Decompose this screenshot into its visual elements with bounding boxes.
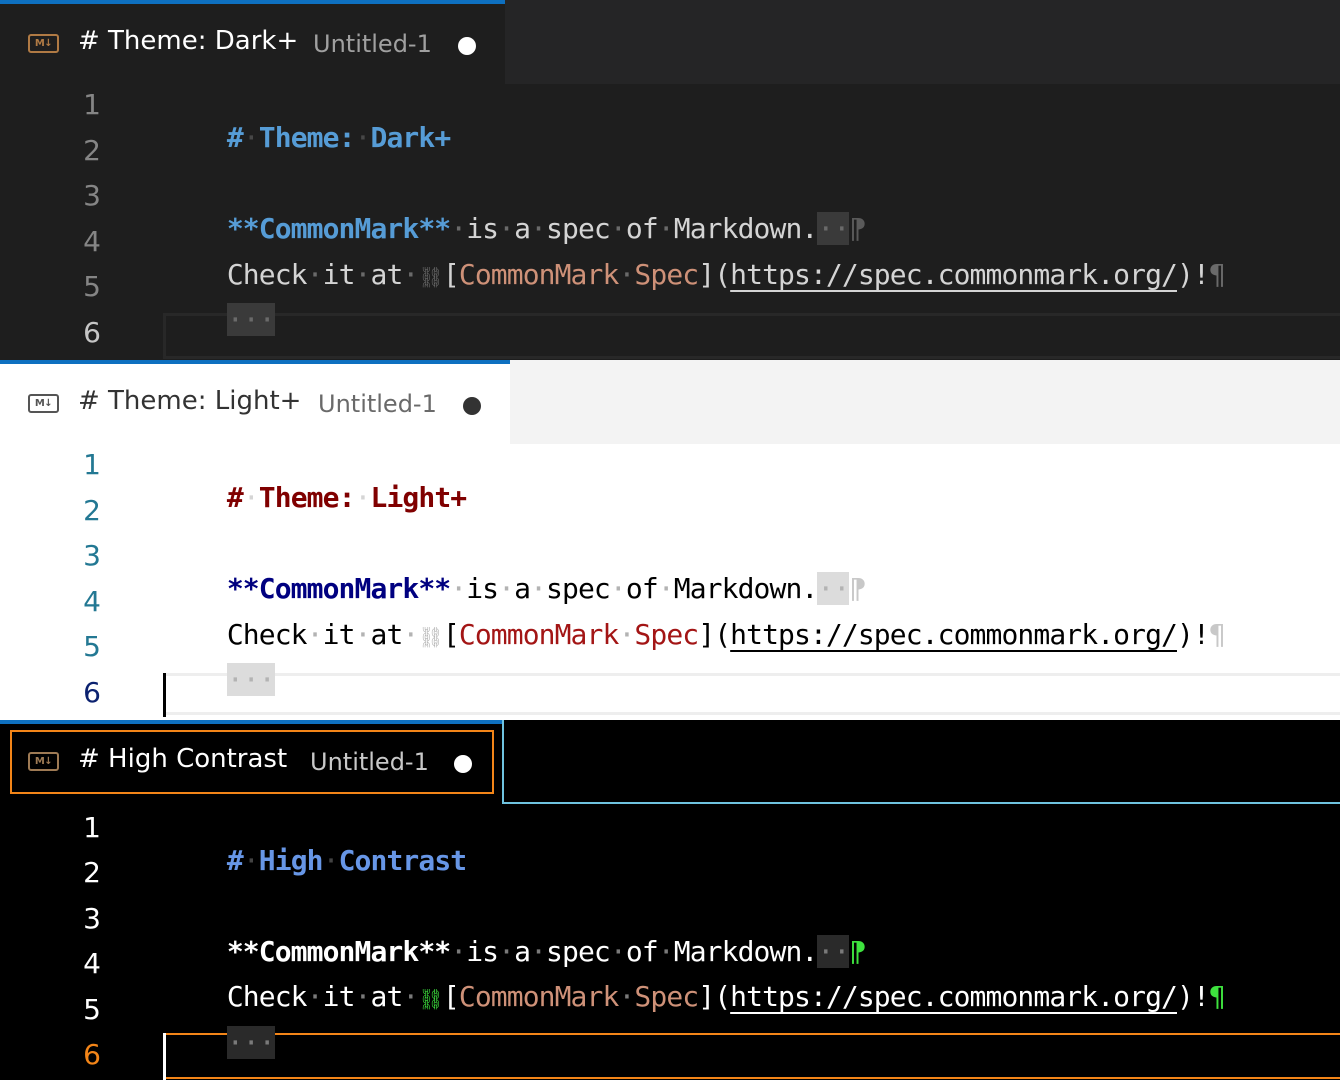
folded-ellipsis[interactable]: ··· — [226, 663, 276, 696]
line-number: 5 — [83, 993, 101, 1026]
link-end: )! — [1176, 618, 1210, 651]
heading-text: High — [258, 844, 324, 877]
markdown-icon: M↓ — [28, 752, 59, 771]
code-line-4[interactable]: Check·it·at·⛓[CommonMark·Spec](https://s… — [163, 947, 1226, 1046]
link-paren: ]( — [698, 258, 731, 291]
line-number: 1 — [83, 811, 101, 844]
line-number-active: 6 — [83, 1038, 101, 1071]
tab-strip-empty — [510, 360, 1340, 444]
heading-hash: # — [226, 481, 244, 514]
tab-file-label: Untitled-1 — [313, 30, 432, 58]
link-text[interactable]: CommonMark·Spec — [459, 258, 699, 291]
link-icon: ⛓ — [418, 625, 443, 649]
pilcrow-icon: ¶ — [1208, 618, 1226, 651]
tab-strip-border — [503, 802, 1340, 804]
editor-panel-high-contrast: M↓ # High Contrast Untitled-1 1 2 3 4 5 … — [0, 720, 1340, 1080]
line-number: 5 — [83, 270, 101, 303]
line-number: 2 — [83, 856, 101, 889]
pilcrow-icon: ¶ — [1208, 980, 1226, 1013]
line-number: 1 — [83, 88, 101, 121]
tab-active-bar — [0, 720, 503, 724]
link-icon: ⛓ — [418, 987, 443, 1011]
link-paren: ]( — [698, 980, 731, 1013]
dirty-indicator-icon[interactable] — [458, 37, 476, 55]
tab-title: # Theme: Light+ — [78, 386, 302, 416]
markdown-icon: M↓ — [28, 394, 59, 413]
heading-text: Light+ — [370, 481, 468, 514]
link-end: )! — [1176, 980, 1210, 1013]
pilcrow-icon: ¶ — [1208, 258, 1226, 291]
link-url[interactable]: https://spec.commonmark.org/ — [730, 980, 1178, 1013]
tab-untitled-1-dark[interactable]: M↓ # Theme: Dark+ Untitled-1 — [0, 0, 505, 84]
link-bracket: [ — [442, 618, 460, 651]
line-number: 5 — [83, 630, 101, 663]
dirty-indicator-icon[interactable] — [463, 397, 481, 415]
tab-untitled-1-high-contrast[interactable]: M↓ # High Contrast Untitled-1 — [10, 730, 494, 794]
code-line-5[interactable]: ··· — [163, 630, 276, 720]
link-icon: ⛓ — [418, 265, 443, 289]
code-line-1[interactable]: #·High·Contrast — [163, 811, 468, 910]
markdown-icon: M↓ — [28, 34, 59, 53]
folded-ellipsis[interactable]: ··· — [226, 1026, 276, 1059]
line-number: 2 — [83, 494, 101, 527]
folded-ellipsis[interactable]: ··· — [226, 303, 276, 336]
code-line-5[interactable]: ··· — [163, 270, 276, 360]
tab-strip-empty — [505, 0, 1340, 84]
heading-text: Dark+ — [370, 121, 452, 154]
code-line-4[interactable]: Check·it·at·⛓[CommonMark·Spec](https://s… — [163, 225, 1226, 324]
line-number: 4 — [83, 225, 101, 258]
line-number: 3 — [83, 902, 101, 935]
tab-file-label: Untitled-1 — [318, 390, 437, 418]
link-url[interactable]: https://spec.commonmark.org/ — [730, 258, 1178, 291]
tab-file-label: Untitled-1 — [310, 748, 429, 776]
line-number-active: 6 — [83, 676, 101, 709]
editor-panel-light: M↓ # Theme: Light+ Untitled-1 1 2 3 4 5 … — [0, 360, 1340, 720]
link-end: )! — [1176, 258, 1210, 291]
link-text[interactable]: CommonMark·Spec — [459, 980, 699, 1013]
line-number-active: 6 — [83, 316, 101, 349]
tab-divider — [502, 720, 504, 804]
link-text[interactable]: CommonMark·Spec — [459, 618, 699, 651]
link-bracket: [ — [442, 980, 460, 1013]
line-number: 1 — [83, 448, 101, 481]
line-number: 4 — [83, 585, 101, 618]
line-number: 3 — [83, 539, 101, 572]
heading-text: Theme: — [258, 121, 356, 154]
heading-hash: # — [226, 121, 244, 154]
dirty-indicator-icon[interactable] — [454, 755, 472, 773]
line-number: 2 — [83, 134, 101, 167]
link-paren: ]( — [698, 618, 731, 651]
link-bracket: [ — [442, 258, 460, 291]
code-line-5[interactable]: ··· — [163, 993, 276, 1080]
code-line-1[interactable]: #·Theme:·Light+ — [163, 448, 468, 547]
line-number: 4 — [83, 947, 101, 980]
editor-panel-dark: M↓ # Theme: Dark+ Untitled-1 1 2 3 4 5 6… — [0, 0, 1340, 360]
code-line-1[interactable]: #·Theme:·Dark+ — [163, 88, 452, 187]
heading-text: Theme: — [258, 481, 356, 514]
line-number: 3 — [83, 179, 101, 212]
heading-text: Contrast — [338, 844, 468, 877]
heading-hash: # — [226, 844, 244, 877]
tab-untitled-1-light[interactable]: M↓ # Theme: Light+ Untitled-1 — [0, 360, 510, 444]
code-line-4[interactable]: Check·it·at·⛓[CommonMark·Spec](https://s… — [163, 585, 1226, 684]
link-url[interactable]: https://spec.commonmark.org/ — [730, 618, 1178, 651]
tab-title: # High Contrast — [78, 744, 288, 774]
tab-title: # Theme: Dark+ — [78, 26, 299, 56]
